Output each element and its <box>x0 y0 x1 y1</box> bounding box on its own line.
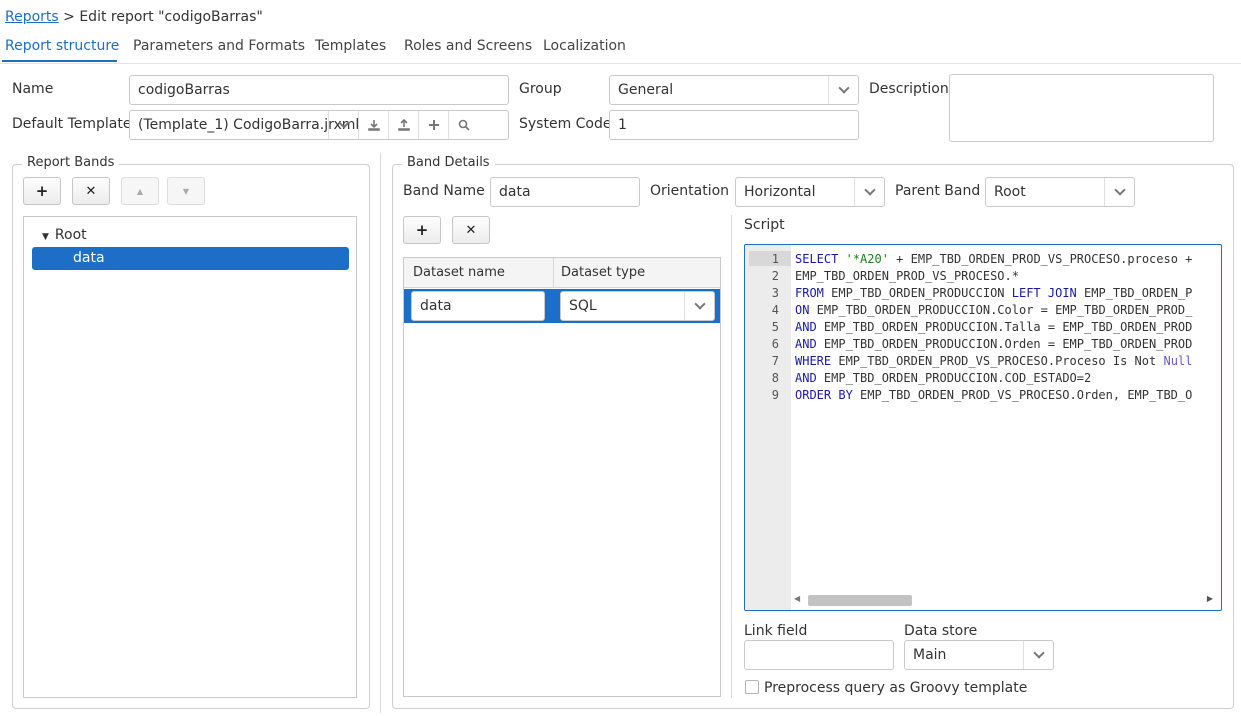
chevron-down-icon[interactable] <box>828 76 858 104</box>
line-number: 6 <box>771 337 779 351</box>
add-dataset-button[interactable]: + <box>403 216 441 244</box>
parent-band-select[interactable]: Root <box>985 177 1135 207</box>
breadcrumb: Reports > Edit report "codigoBarras" <box>5 9 263 25</box>
remove-dataset-button[interactable]: ✕ <box>452 216 490 244</box>
parent-band-value: Root <box>994 184 1026 200</box>
dataset-table: Dataset name Dataset type data SQL <box>403 257 721 697</box>
remove-band-button[interactable]: ✕ <box>72 177 110 205</box>
preprocess-label[interactable]: Preprocess query as Groovy template <box>764 680 1027 696</box>
move-down-button[interactable]: ▼ <box>167 177 205 205</box>
data-store-label: Data store <box>904 623 978 639</box>
tab-bar: Report structure Parameters and Formats … <box>0 36 1241 64</box>
panel-divider[interactable] <box>380 153 381 713</box>
chevron-down-icon[interactable] <box>684 292 714 320</box>
description-textarea[interactable] <box>949 74 1214 142</box>
horizontal-scrollbar[interactable]: ◀ ▶ <box>791 592 1221 606</box>
line-number: 1 <box>771 252 779 266</box>
code-line-2: EMP_TBD_ORDEN_PROD_VS_PROCESO.* <box>795 269 1019 283</box>
column-separator <box>553 258 554 288</box>
data-store-select[interactable]: Main <box>904 640 1054 670</box>
default-template-label: Default Template <box>12 116 132 132</box>
dataset-type-select[interactable]: SQL <box>560 291 715 321</box>
tab-templates[interactable]: Templates <box>315 38 386 54</box>
tab-parameters-formats[interactable]: Parameters and Formats <box>133 38 305 54</box>
default-template-value: (Template_1) CodigoBarra.jrxml <box>138 117 360 133</box>
tree-node-data[interactable]: data <box>32 247 349 270</box>
default-template-select[interactable]: (Template_1) CodigoBarra.jrxml <box>129 110 509 140</box>
code-line-7: WHERE EMP_TBD_ORDEN_PROD_VS_PROCESO.Proc… <box>795 354 1193 368</box>
chevron-down-icon[interactable] <box>328 111 358 139</box>
chevron-down-icon[interactable] <box>1104 178 1134 206</box>
code-line-1: SELECT '*A20' + EMP_TBD_ORDEN_PROD_VS_PR… <box>795 252 1193 266</box>
line-number: 8 <box>771 371 779 385</box>
scroll-right-icon[interactable]: ▶ <box>1207 594 1213 603</box>
column-dataset-name[interactable]: Dataset name <box>413 265 505 280</box>
tab-report-structure[interactable]: Report structure <box>5 38 119 54</box>
code-line-6: AND EMP_TBD_ORDEN_PRODUCCION.Orden = EMP… <box>795 337 1193 351</box>
description-label: Description <box>869 81 949 97</box>
group-select[interactable]: General <box>609 75 859 105</box>
band-name-input[interactable]: data <box>490 177 640 207</box>
system-code-label: System Code <box>519 116 612 132</box>
code-line-4: ON EMP_TBD_ORDEN_PRODUCCION.Color = EMP_… <box>795 303 1193 317</box>
plus-icon[interactable] <box>418 111 448 139</box>
line-number: 4 <box>771 303 779 317</box>
script-editor[interactable]: 1 2 3 4 5 6 7 8 9 SELECT '*A20' + EMP_TB… <box>744 244 1222 611</box>
scroll-left-icon[interactable]: ◀ <box>794 594 800 603</box>
system-code-input[interactable]: 1 <box>609 110 859 140</box>
search-icon[interactable] <box>448 111 478 139</box>
tree-root-label: Root <box>54 227 87 243</box>
script-label: Script <box>744 217 785 233</box>
dataset-name-input[interactable]: data <box>411 291 545 321</box>
inner-divider[interactable] <box>731 215 732 698</box>
download-icon[interactable] <box>358 111 388 139</box>
upload-icon[interactable] <box>388 111 418 139</box>
data-store-value: Main <box>913 647 947 663</box>
band-tree: ▼ Root data <box>23 216 357 698</box>
code-line-9: ORDER BY EMP_TBD_ORDEN_PROD_VS_PROCESO.O… <box>795 388 1193 402</box>
tab-localization[interactable]: Localization <box>543 38 626 54</box>
tab-roles-screens[interactable]: Roles and Screens <box>404 38 532 54</box>
line-number: 3 <box>771 286 779 300</box>
band-details-legend: Band Details <box>402 155 495 170</box>
table-row[interactable]: data SQL <box>404 289 720 323</box>
dataset-type-value: SQL <box>569 298 597 314</box>
line-number-gutter: 1 2 3 4 5 6 7 8 9 <box>745 245 791 610</box>
line-number: 7 <box>771 354 779 368</box>
line-number: 5 <box>771 320 779 334</box>
breadcrumb-reports-link[interactable]: Reports <box>5 9 59 25</box>
code-line-5: AND EMP_TBD_ORDEN_PRODUCCION.Talla = EMP… <box>795 320 1193 334</box>
name-input[interactable]: codigoBarras <box>129 75 509 105</box>
tree-node-root[interactable]: ▼ Root <box>42 227 87 243</box>
dataset-table-header: Dataset name Dataset type <box>404 258 720 288</box>
link-field-label: Link field <box>744 623 808 639</box>
band-name-label: Band Name <box>403 183 485 199</box>
chevron-down-icon[interactable] <box>854 178 884 206</box>
active-tab-indicator <box>2 60 117 62</box>
group-label: Group <box>519 81 562 97</box>
move-up-button[interactable]: ▲ <box>121 177 159 205</box>
chevron-down-icon[interactable] <box>1023 641 1053 669</box>
code-line-3: FROM EMP_TBD_ORDEN_PRODUCCION LEFT JOIN … <box>795 286 1193 300</box>
orientation-value: Horizontal <box>744 184 816 200</box>
triangle-down-icon[interactable]: ▼ <box>42 232 49 242</box>
parent-band-label: Parent Band <box>895 183 981 199</box>
link-field-input[interactable] <box>744 640 894 670</box>
orientation-label: Orientation <box>650 183 730 199</box>
code-line-8: AND EMP_TBD_ORDEN_PRODUCCION.COD_ESTADO=… <box>795 371 1092 385</box>
orientation-select[interactable]: Horizontal <box>735 177 885 207</box>
preprocess-checkbox[interactable] <box>745 680 759 694</box>
line-number: 2 <box>771 269 779 283</box>
report-bands-legend: Report Bands <box>22 155 120 170</box>
add-band-button[interactable]: + <box>23 177 61 205</box>
column-dataset-type[interactable]: Dataset type <box>561 265 645 280</box>
line-number: 9 <box>771 388 779 402</box>
breadcrumb-current: > Edit report "codigoBarras" <box>58 9 263 25</box>
group-select-value: General <box>618 82 674 98</box>
name-label: Name <box>12 81 54 97</box>
scrollbar-thumb[interactable] <box>808 595 912 606</box>
